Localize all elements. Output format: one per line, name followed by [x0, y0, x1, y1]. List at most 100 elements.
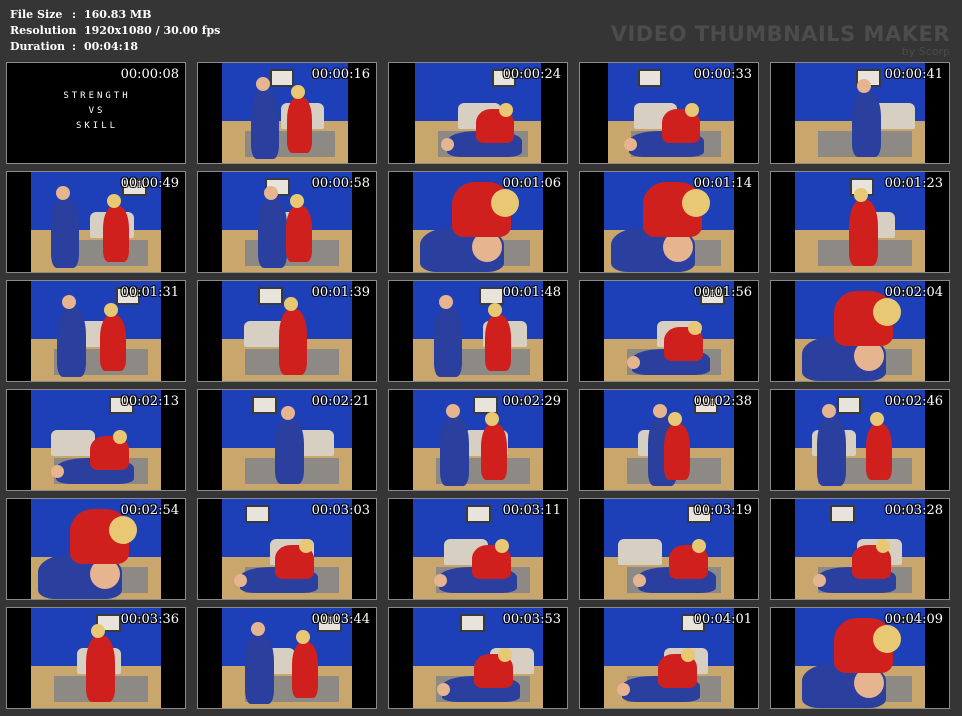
woman-in-red-gi [663, 424, 690, 480]
brand-watermark: VIDEO THUMBNAILS MAKER [610, 22, 950, 46]
man-in-blue-gi [57, 307, 86, 377]
man-in-blue-gi [245, 634, 274, 704]
video-thumbnail: 00:02:46 [770, 389, 950, 491]
standing-fighter [852, 91, 881, 157]
woman-head [112, 430, 127, 444]
wall-picture [638, 69, 663, 87]
man-head [439, 295, 453, 309]
wall-picture [466, 505, 492, 523]
timestamp: 00:00:33 [693, 67, 752, 82]
timestamp: 00:01:14 [693, 176, 752, 191]
video-thumbnail: 00:04:01 [579, 607, 759, 709]
woman-in-red-gi [285, 206, 312, 262]
video-thumbnail: 00:00:24 [388, 62, 568, 164]
timestamp: 00:01:48 [502, 285, 561, 300]
wall-picture [830, 505, 855, 523]
video-thumbnail: 00:00:33 [579, 62, 759, 164]
video-thumbnail: 00:03:03 [197, 498, 377, 600]
video-thumbnail: 00:03:44 [197, 607, 377, 709]
wall-picture [269, 69, 295, 87]
timestamp: 00:01:23 [884, 176, 943, 191]
title-card-line: SKILL [75, 121, 119, 131]
fighter-head [280, 406, 295, 420]
video-thumbnail: 00:01:39 [197, 280, 377, 382]
video-thumbnail: STRENGTH VS SKILL 00:00:08 [6, 62, 186, 164]
timestamp: 00:02:54 [120, 503, 179, 518]
man-in-blue-gi [440, 416, 469, 486]
title-card-line: VS [88, 106, 106, 116]
wall-picture [245, 505, 271, 523]
sofa [50, 430, 95, 456]
brand-subtitle: by Scorp [901, 45, 950, 58]
man-head [437, 683, 451, 696]
timestamp: 00:03:53 [502, 612, 561, 627]
timestamp: 00:03:19 [693, 503, 752, 518]
woman-head [684, 103, 699, 117]
man-head [623, 138, 637, 151]
standing-fighter [278, 309, 308, 375]
file-size-row: File Size : 160.83 MB [10, 7, 220, 23]
man-head [263, 186, 278, 200]
video-thumbnail: 00:02:38 [579, 389, 759, 491]
timestamp: 00:03:11 [502, 503, 561, 518]
woman-in-red-gi [286, 97, 313, 153]
file-info: File Size : 160.83 MB Resolution : 1920x… [10, 7, 220, 55]
timestamp: 00:01:06 [502, 176, 561, 191]
timestamp: 00:02:46 [884, 394, 943, 409]
timestamp: 00:03:36 [120, 612, 179, 627]
video-thumbnail: 00:01:56 [579, 280, 759, 382]
timestamp: 00:02:04 [884, 285, 943, 300]
woman-head [491, 189, 519, 217]
fighter-head [283, 297, 298, 311]
woman-head [289, 194, 304, 208]
woman-in-red-gi [292, 642, 319, 698]
video-thumbnail: 00:04:09 [770, 607, 950, 709]
duration-sep: : [72, 40, 77, 53]
video-thumbnail: 00:01:06 [388, 171, 568, 273]
standing-fighter [86, 636, 115, 702]
timestamp: 00:02:13 [120, 394, 179, 409]
timestamp: 00:02:38 [693, 394, 752, 409]
video-thumbnail: 00:03:53 [388, 607, 568, 709]
wall-picture [479, 287, 505, 305]
video-thumbnail: 00:00:58 [197, 171, 377, 273]
woman-in-red-gi [481, 424, 508, 480]
woman-head [109, 516, 137, 544]
woman-head [499, 103, 513, 117]
timestamp: 00:01:56 [693, 285, 752, 300]
woman-head [107, 194, 122, 208]
woman-head [667, 412, 682, 426]
video-thumbnail: 00:00:49 [6, 171, 186, 273]
video-thumbnail: 00:02:13 [6, 389, 186, 491]
timestamp: 00:00:16 [311, 67, 370, 82]
sofa [618, 539, 663, 565]
file-size-sep: : [72, 8, 77, 21]
timestamp: 00:02:21 [311, 394, 370, 409]
timestamp: 00:04:09 [884, 612, 943, 627]
timestamp: 00:04:01 [693, 612, 752, 627]
man-head [617, 683, 630, 696]
video-thumbnail: 00:01:48 [388, 280, 568, 382]
man-in-blue-gi [817, 416, 846, 486]
timestamp: 00:03:28 [884, 503, 943, 518]
resolution-key: Resolution [10, 24, 77, 37]
standing-fighter [275, 418, 304, 484]
video-thumbnail: 00:02:21 [197, 389, 377, 491]
timestamp: 00:00:49 [120, 176, 179, 191]
resolution-value: 1920x1080 / 30.00 fps [84, 24, 221, 37]
woman-head [875, 539, 890, 553]
resolution-sep: : [72, 24, 77, 37]
wall-picture [251, 396, 277, 414]
resolution-row: Resolution : 1920x1080 / 30.00 fps [10, 23, 220, 39]
timestamp: 00:00:41 [884, 67, 943, 82]
timestamp: 00:01:31 [120, 285, 179, 300]
video-thumbnail: 00:01:14 [579, 171, 759, 273]
woman-head [869, 412, 884, 426]
video-thumbnail: 00:03:36 [6, 607, 186, 709]
title-card-line: STRENGTH [63, 91, 131, 101]
wall-picture [459, 614, 485, 632]
man-head [445, 404, 460, 418]
duration-key: Duration [10, 40, 66, 53]
duration-value: 00:04:18 [84, 40, 139, 53]
woman-head [290, 85, 305, 99]
